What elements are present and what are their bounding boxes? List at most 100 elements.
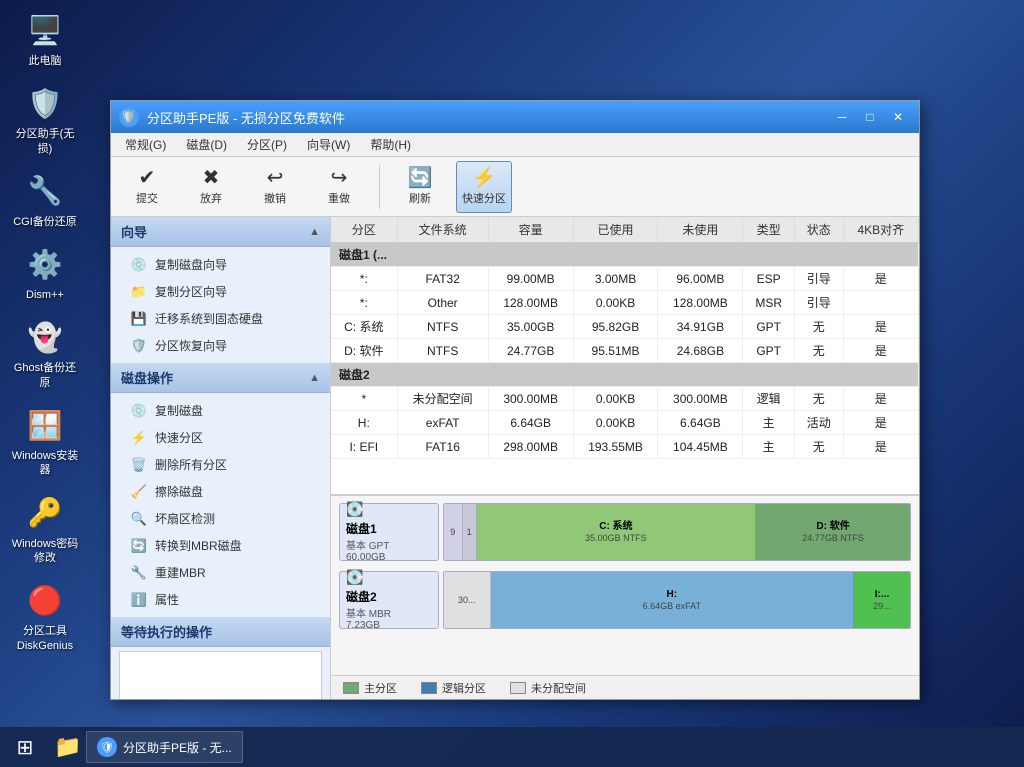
sidebar-wizard-header[interactable]: 向导 ▲ [111, 217, 330, 247]
disk2-row-0[interactable]: * 未分配空间 300.00MB 0.00KB 300.00MB 逻辑 无 是 [331, 387, 919, 411]
disk-visual-area: 💽 磁盘1 基本 GPT 60.00GB 91 C: 系统 35.00GB NT… [331, 495, 919, 675]
this-pc-icon: 🖥️ [25, 10, 65, 50]
disk1-visual-row: 💽 磁盘1 基本 GPT 60.00GB 91 C: 系统 35.00GB NT… [339, 502, 911, 562]
toolbar-cancel[interactable]: ✖ 放弃 [183, 161, 239, 213]
taskbar-app-item[interactable]: 🛡 分区助手PE版 - 无... [86, 731, 243, 763]
disk1-seg-0[interactable]: 9 [444, 504, 463, 560]
col-4k: 4KB对齐 [843, 217, 918, 243]
cell-capacity: 99.00MB [488, 267, 573, 291]
restore-partition-label: 分区恢复向导 [155, 337, 227, 354]
desktop-icon-windows-pw[interactable]: 🔑 Windows密码修改 [10, 493, 80, 566]
toolbar-refresh[interactable]: 🔄 刷新 [392, 161, 448, 213]
disk2-seg-1[interactable]: H: 6.64GB exFAT [491, 572, 854, 628]
disk2-seg-2[interactable]: I:... 29... [854, 572, 910, 628]
legend-bar: 主分区 逻辑分区 未分配空间 [331, 675, 919, 699]
close-button[interactable]: ✕ [885, 107, 911, 127]
rebuild-mbr-icon: 🔧 [131, 565, 147, 581]
disk1-row-3[interactable]: D: 软件 NTFS 24.77GB 95.51MB 24.68GB GPT 无… [331, 339, 919, 363]
toolbar-submit[interactable]: ✔ 提交 [119, 161, 175, 213]
sidebar-item-copy-disk[interactable]: 💿 复制磁盘向导 [111, 251, 330, 278]
cell-used: 0.00KB [573, 387, 658, 411]
desktop-icon-this-pc[interactable]: 🖥️ 此电脑 [10, 10, 80, 68]
disk1-header-row[interactable]: 磁盘1 (... [331, 243, 919, 267]
disk1-info-box[interactable]: 💽 磁盘1 基本 GPT 60.00GB [339, 503, 439, 561]
cell-fs: FAT16 [397, 435, 488, 459]
disk2-header-row[interactable]: 磁盘2 [331, 363, 919, 387]
cell-free: 6.64GB [658, 411, 743, 435]
desktop-icon-windows-install[interactable]: 🪟 Windows安装器 [10, 405, 80, 478]
sidebar-item-copy-partition[interactable]: 📁 复制分区向导 [111, 278, 330, 305]
disk1-row-0[interactable]: *: FAT32 99.00MB 3.00MB 96.00MB ESP 引导 是 [331, 267, 919, 291]
undo-icon: ↩ [267, 168, 284, 188]
ghost-backup-icon: 👻 [25, 317, 65, 357]
disk1-seg-2[interactable]: C: 系统 35.00GB NTFS [477, 504, 757, 560]
desktop-icon-dism[interactable]: ⚙️ Dism++ [10, 244, 80, 302]
sidebar-item-quick-partition-op[interactable]: ⚡ 快速分区 [111, 424, 330, 451]
cell-free: 34.91GB [658, 315, 743, 339]
toolbar-undo[interactable]: ↩ 撤销 [247, 161, 303, 213]
disk2-row-1[interactable]: H: exFAT 6.64GB 0.00KB 6.64GB 主 活动 是 [331, 411, 919, 435]
cell-used: 193.55MB [573, 435, 658, 459]
sidebar-item-properties[interactable]: ℹ️ 属性 [111, 586, 330, 613]
menu-partition[interactable]: 分区(P) [237, 134, 297, 156]
cell-type: 主 [743, 435, 795, 459]
cell-capacity: 128.00MB [488, 291, 573, 315]
desktop-icon-ghost-backup[interactable]: 👻 Ghost备份还原 [10, 317, 80, 390]
partition-table-container[interactable]: 分区 文件系统 容量 已使用 未使用 类型 状态 4KB对齐 磁盘1 [331, 217, 919, 495]
desktop-icon-partition-tool[interactable]: 🛡️ 分区助手(无损) [10, 83, 80, 156]
minimize-button[interactable]: ─ [829, 107, 855, 127]
menu-help[interactable]: 帮助(H) [360, 134, 421, 156]
windows-pw-icon: 🔑 [25, 493, 65, 533]
bad-sector-label: 坏扇区检测 [155, 510, 215, 527]
disk2-header: 磁盘2 [331, 363, 919, 387]
sidebar-waiting-header[interactable]: 等待执行的操作 [111, 617, 330, 647]
sidebar-item-rebuild-mbr[interactable]: 🔧 重建MBR [111, 559, 330, 586]
sidebar-item-bad-sector[interactable]: 🔍 坏扇区检测 [111, 505, 330, 532]
sidebar-item-copy-disk-op[interactable]: 💿 复制磁盘 [111, 397, 330, 424]
disk2-row-2[interactable]: I: EFI FAT16 298.00MB 193.55MB 104.45MB … [331, 435, 919, 459]
menu-wizard[interactable]: 向导(W) [297, 134, 360, 156]
undo-label: 撤销 [264, 190, 286, 206]
disk1-row-2[interactable]: C: 系统 NTFS 35.00GB 95.82GB 34.91GB GPT 无… [331, 315, 919, 339]
app-icon: 🛡️ [119, 107, 139, 127]
cell-fs: FAT32 [397, 267, 488, 291]
disk2-info-box[interactable]: 💽 磁盘2 基本 MBR 7.23GB [339, 571, 439, 629]
sidebar-item-convert-mbr[interactable]: 🔄 转换到MBR磁盘 [111, 532, 330, 559]
taskbar-explorer[interactable]: 📁 [50, 731, 86, 763]
toolbar-redo[interactable]: ↪ 重做 [311, 161, 367, 213]
disk1-title: 磁盘1 [346, 520, 377, 537]
title-bar: 🛡️ 分区助手PE版 - 无损分区免费软件 ─ □ ✕ [111, 101, 919, 133]
toolbar-quick-partition[interactable]: ⚡ 快速分区 [456, 161, 512, 213]
disk1-seg-3[interactable]: D: 软件 24.77GB NTFS [756, 504, 910, 560]
sidebar-disk-ops-header[interactable]: 磁盘操作 ▲ [111, 363, 330, 393]
cell-type: 主 [743, 411, 795, 435]
disk2-seg-0[interactable]: 30... [444, 572, 491, 628]
refresh-label: 刷新 [409, 190, 431, 206]
menu-disk[interactable]: 磁盘(D) [176, 134, 237, 156]
partition-tool-label: 分区助手(无损) [10, 127, 80, 156]
disk1-row-1[interactable]: *: Other 128.00MB 0.00KB 128.00MB MSR 引导 [331, 291, 919, 315]
sidebar-item-wipe-disk[interactable]: 🧹 擦除磁盘 [111, 478, 330, 505]
legend-primary-box [343, 682, 359, 694]
disk1-seg-1[interactable]: 1 [463, 504, 477, 560]
refresh-icon: 🔄 [408, 168, 433, 188]
disk-ops-collapse-icon: ▲ [309, 372, 320, 384]
sidebar-item-migrate-os[interactable]: 💾 迁移系统到固态硬盘 [111, 305, 330, 332]
desktop-icon-cgi-backup[interactable]: 🔧 CGI备份还原 [10, 171, 80, 229]
sidebar-item-delete-all[interactable]: 🗑️ 删除所有分区 [111, 451, 330, 478]
diskgenius-label: 分区工具 DiskGenius [10, 624, 80, 653]
cell-capacity: 298.00MB [488, 435, 573, 459]
sidebar-item-restore-partition[interactable]: 🛡️ 分区恢复向导 [111, 332, 330, 359]
maximize-button[interactable]: □ [857, 107, 883, 127]
menu-general[interactable]: 常规(G) [115, 134, 176, 156]
col-fs: 文件系统 [397, 217, 488, 243]
start-button[interactable]: ⊞ [5, 731, 45, 763]
cell-fs: exFAT [397, 411, 488, 435]
cell-free: 104.45MB [658, 435, 743, 459]
seg3-sub: 24.77GB NTFS [802, 533, 864, 543]
properties-icon: ℹ️ [131, 592, 147, 608]
desktop-icon-diskgenius[interactable]: 🔴 分区工具 DiskGenius [10, 580, 80, 653]
seg1-sub: 6.64GB exFAT [643, 601, 701, 611]
cell-fs: 未分配空间 [397, 387, 488, 411]
cell-partition: H: [331, 411, 397, 435]
